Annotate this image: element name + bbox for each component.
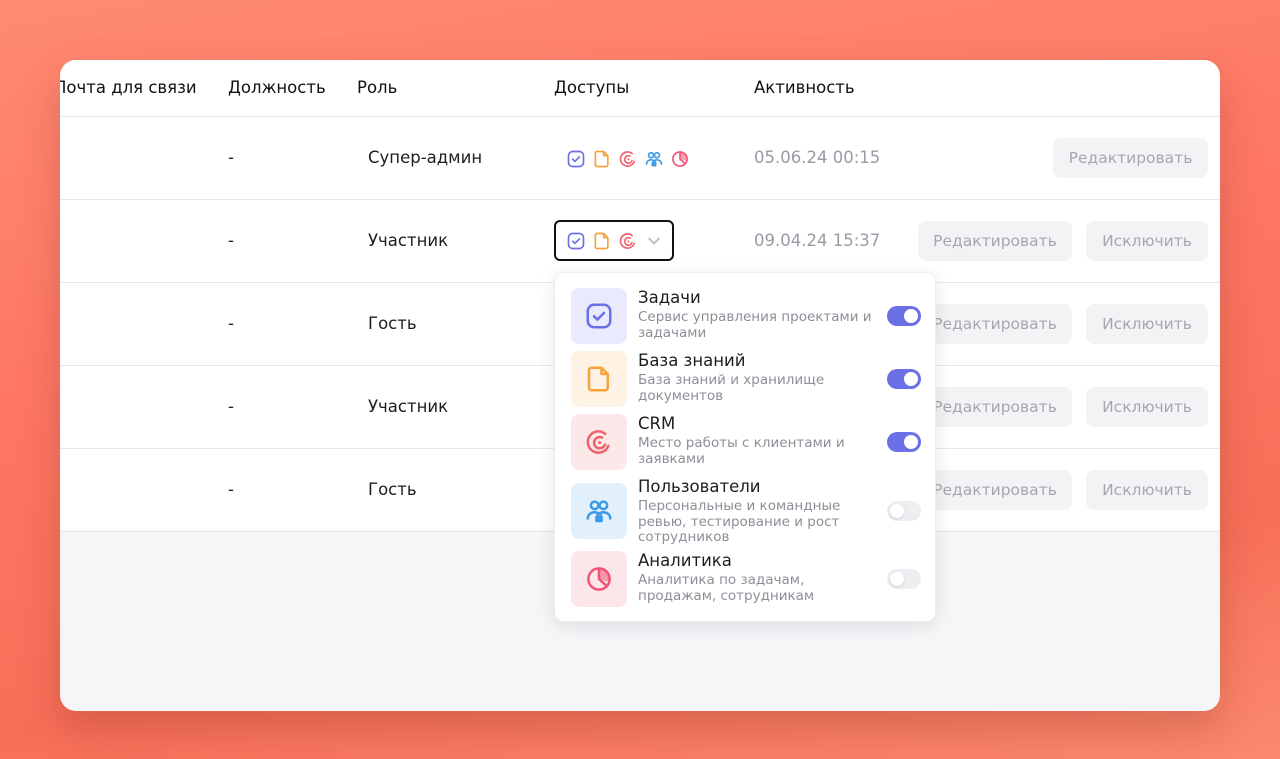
document-icon [592, 231, 612, 251]
exclude-button[interactable]: Исключить [1086, 470, 1208, 510]
activity-cell: 05.06.24 00:15 [754, 148, 881, 167]
tasks-icon [566, 231, 586, 251]
exclude-button[interactable]: Исключить [1086, 221, 1208, 261]
chevron-down-icon[interactable] [644, 231, 664, 251]
role-cell[interactable]: Участник [368, 231, 448, 250]
access-item-desc: Сервис управления проектами и задачами [638, 309, 872, 341]
table-row: - Участник 09.04.24 15:37 Редактировать … [60, 200, 1220, 283]
tasks-icon [566, 149, 586, 169]
access-item-desc: Персональные и командные ревью, тестиров… [638, 498, 841, 545]
users-icon [644, 149, 664, 169]
header-email[interactable]: Почта для связи [60, 78, 197, 97]
crm-toggle[interactable] [887, 432, 921, 452]
tasks-icon [571, 288, 627, 344]
position-cell: - [228, 231, 234, 250]
crm-icon [618, 231, 638, 251]
exclude-button[interactable]: Исключить [1086, 304, 1208, 344]
edit-button[interactable]: Редактировать [918, 221, 1072, 261]
access-popup: Задачи Сервис управления проектами и зад… [554, 272, 936, 622]
document-icon [592, 149, 612, 169]
access-item-desc: База знаний и хранилище документов [638, 372, 825, 404]
position-cell: - [228, 397, 234, 416]
role-cell[interactable]: Гость [368, 314, 417, 333]
users-toggle[interactable] [887, 501, 921, 521]
access-item-desc: Место работы с клиентами и заявками [638, 435, 845, 467]
header-access[interactable]: Доступы [554, 78, 629, 97]
access-item-title: Аналитика [638, 551, 732, 570]
crm-icon [618, 149, 638, 169]
role-cell[interactable]: Участник [368, 397, 448, 416]
header-role[interactable]: Роль [357, 78, 397, 97]
role-cell[interactable]: Супер-админ [368, 148, 482, 167]
analytics-icon [670, 149, 690, 169]
header-activity[interactable]: Активность [754, 78, 855, 97]
access-item-title: CRM [638, 414, 676, 433]
members-table-card: Почта для связи Должность Роль Доступы А… [60, 60, 1220, 711]
edit-button[interactable]: Редактировать [1053, 138, 1208, 178]
tasks-toggle[interactable] [887, 306, 921, 326]
access-item-title: База знаний [638, 351, 746, 370]
analytics-icon [571, 551, 627, 607]
position-cell: - [228, 480, 234, 499]
exclude-button[interactable]: Исключить [1086, 387, 1208, 427]
table-header: Почта для связи Должность Роль Доступы А… [60, 60, 1220, 117]
knowledge-base-toggle[interactable] [887, 369, 921, 389]
access-item-title: Пользователи [638, 477, 761, 496]
access-dropdown[interactable] [554, 220, 674, 261]
document-icon [571, 351, 627, 407]
edit-button[interactable]: Редактировать [918, 304, 1072, 344]
analytics-toggle[interactable] [887, 569, 921, 589]
access-item-title: Задачи [638, 288, 701, 307]
users-icon [571, 483, 627, 539]
edit-button[interactable]: Редактировать [918, 470, 1072, 510]
role-cell[interactable]: Гость [368, 480, 417, 499]
position-cell: - [228, 314, 234, 333]
header-position[interactable]: Должность [228, 78, 326, 97]
access-icons[interactable] [566, 149, 690, 169]
crm-icon [571, 414, 627, 470]
edit-button[interactable]: Редактировать [918, 387, 1072, 427]
position-cell: - [228, 148, 234, 167]
activity-cell: 09.04.24 15:37 [754, 231, 881, 250]
access-item-desc: Аналитика по задачам, продажам, сотрудни… [638, 572, 815, 604]
table-row: - Супер-админ 05.06.24 00:15 Редактирова… [60, 117, 1220, 200]
